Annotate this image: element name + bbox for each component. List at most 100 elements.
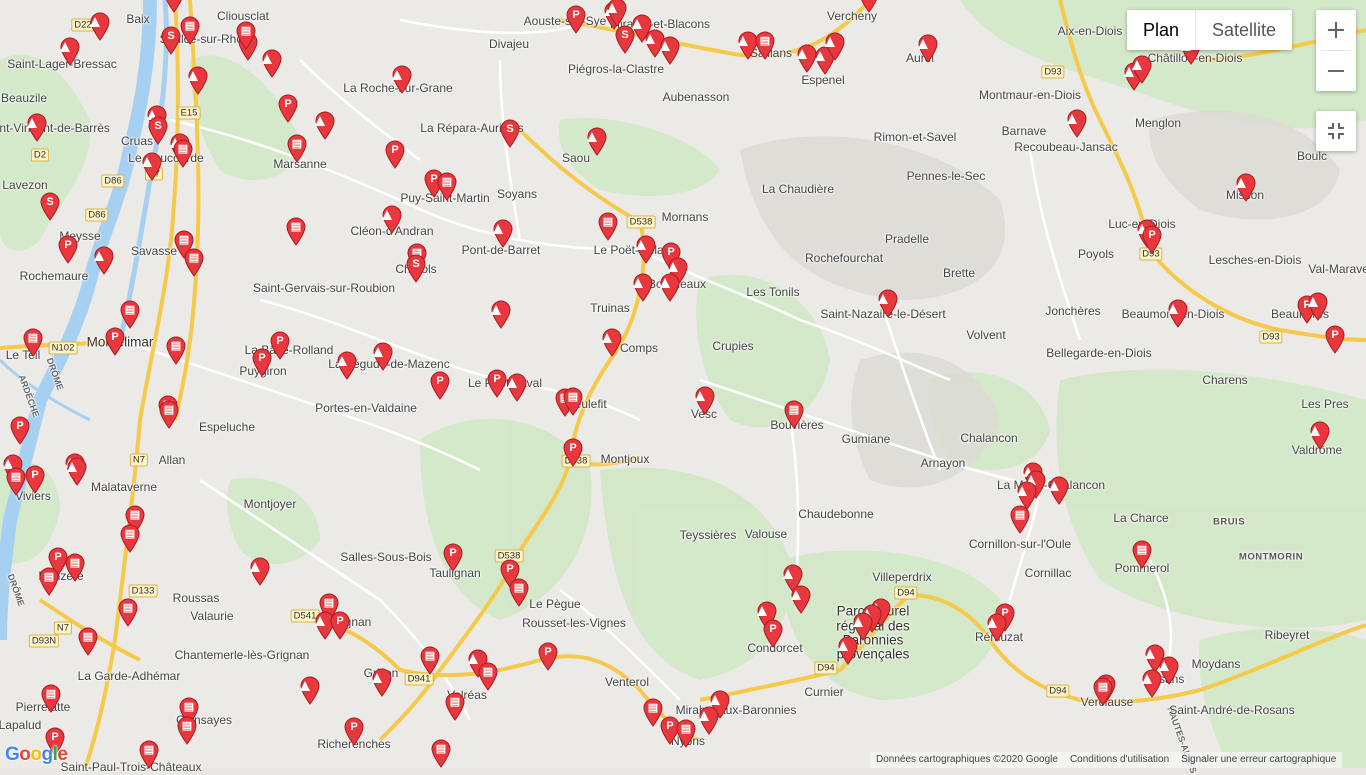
terms-link[interactable]: Conditions d'utilisation	[1064, 752, 1175, 768]
parking-marker[interactable]: P	[1141, 224, 1163, 254]
campground-marker[interactable]	[1066, 108, 1088, 138]
caravan-marker[interactable]: ▤	[508, 577, 530, 607]
caravan-marker[interactable]: ▤	[138, 739, 160, 769]
service-marker[interactable]: S	[39, 191, 61, 221]
parking-marker[interactable]: P	[562, 437, 584, 467]
campground-marker[interactable]	[26, 112, 48, 142]
campground-marker[interactable]	[249, 556, 271, 586]
caravan-marker[interactable]: ▤	[119, 299, 141, 329]
campground-marker[interactable]	[89, 11, 111, 41]
caravan-marker[interactable]: ▤	[477, 661, 499, 691]
caravan-marker[interactable]: ▤	[436, 171, 458, 201]
caravan-marker[interactable]: ▤	[165, 335, 187, 365]
campground-marker[interactable]	[490, 299, 512, 329]
campground-marker[interactable]	[371, 667, 393, 697]
caravan-marker[interactable]: ▤	[286, 133, 308, 163]
campground-marker[interactable]	[506, 372, 528, 402]
campground-marker[interactable]	[790, 584, 812, 614]
caravan-marker[interactable]: ▤	[22, 327, 44, 357]
campground-marker[interactable]	[837, 635, 859, 665]
campground-marker[interactable]	[391, 64, 413, 94]
campground-marker[interactable]	[1141, 668, 1163, 698]
caravan-marker[interactable]: ▤	[444, 691, 466, 721]
report-error-link[interactable]: Signaler une erreur cartographique	[1175, 752, 1342, 768]
google-logo[interactable]: Google	[5, 744, 68, 766]
campground-marker[interactable]	[372, 341, 394, 371]
campground-marker[interactable]	[1131, 54, 1153, 84]
campground-marker[interactable]	[1235, 172, 1257, 202]
parking-marker[interactable]: P	[486, 368, 508, 398]
campground-marker[interactable]	[917, 33, 939, 63]
caravan-marker[interactable]: ▤	[77, 626, 99, 656]
parking-marker[interactable]: P	[24, 464, 46, 494]
campground-marker[interactable]	[66, 456, 88, 486]
parking-marker[interactable]: P	[565, 4, 587, 34]
caravan-marker[interactable]: ▤	[1131, 539, 1153, 569]
caravan-marker[interactable]: ▤	[179, 15, 201, 45]
caravan-marker[interactable]: ▤	[562, 386, 584, 416]
parking-marker[interactable]: P	[277, 93, 299, 123]
campground-marker[interactable]	[635, 234, 657, 264]
campground-marker[interactable]	[659, 272, 681, 302]
caravan-marker[interactable]: ▤	[285, 216, 307, 246]
caravan-marker[interactable]: ▤	[675, 718, 697, 748]
caravan-marker[interactable]: ▤	[235, 20, 257, 50]
campground-marker[interactable]	[314, 110, 336, 140]
campground-marker[interactable]	[606, 0, 628, 27]
caravan-marker[interactable]: ▤	[183, 247, 205, 277]
campground-marker[interactable]	[381, 204, 403, 234]
caravan-marker[interactable]: ▤	[597, 211, 619, 241]
service-marker[interactable]: S	[147, 115, 169, 145]
campground-marker[interactable]	[824, 31, 846, 61]
campground-marker[interactable]	[877, 288, 899, 318]
map-type-satellite-button[interactable]: Satellite	[1196, 10, 1292, 50]
campground-marker[interactable]	[1309, 420, 1331, 450]
zoom-in-button[interactable]	[1316, 10, 1356, 50]
campground-marker[interactable]	[492, 218, 514, 248]
parking-marker[interactable]: P	[429, 370, 451, 400]
parking-marker[interactable]: P	[762, 618, 784, 648]
campground-marker[interactable]	[93, 245, 115, 275]
campground-marker[interactable]	[299, 675, 321, 705]
parking-marker[interactable]: P	[442, 542, 464, 572]
parking-marker[interactable]: P	[1324, 324, 1346, 354]
campground-marker[interactable]	[1048, 475, 1070, 505]
caravan-marker[interactable]: ▤	[783, 399, 805, 429]
parking-marker[interactable]: P	[384, 139, 406, 169]
caravan-marker[interactable]: ▤	[40, 683, 62, 713]
service-marker[interactable]: S	[160, 25, 182, 55]
service-marker[interactable]: S	[499, 118, 521, 148]
campground-marker[interactable]	[986, 612, 1008, 642]
service-marker[interactable]: S	[405, 253, 427, 283]
campground-marker[interactable]	[694, 385, 716, 415]
fullscreen-button[interactable]	[1316, 111, 1356, 151]
caravan-marker[interactable]: ▤	[430, 738, 452, 768]
campground-marker[interactable]	[59, 36, 81, 66]
campground-marker[interactable]	[1307, 291, 1329, 321]
caravan-marker[interactable]: ▤	[172, 138, 194, 168]
map-type-plan-button[interactable]: Plan	[1127, 10, 1195, 50]
campground-marker[interactable]	[141, 151, 163, 181]
parking-marker[interactable]: P	[329, 610, 351, 640]
parking-marker[interactable]: P	[9, 415, 31, 445]
caravan-marker[interactable]: ▤	[64, 552, 86, 582]
campground-marker[interactable]	[163, 0, 185, 13]
caravan-marker[interactable]: ▤	[419, 645, 441, 675]
caravan-marker[interactable]: ▤	[754, 30, 776, 60]
parking-marker[interactable]: P	[343, 716, 365, 746]
caravan-marker[interactable]: ▤	[176, 715, 198, 745]
caravan-marker[interactable]: ▤	[158, 399, 180, 429]
campground-marker[interactable]	[336, 350, 358, 380]
parking-marker[interactable]: P	[57, 234, 79, 264]
zoom-out-button[interactable]	[1316, 51, 1356, 91]
campground-marker[interactable]	[586, 126, 608, 156]
parking-marker[interactable]: P	[251, 347, 273, 377]
campground-marker[interactable]	[601, 327, 623, 357]
caravan-marker[interactable]: ▤	[119, 523, 141, 553]
campground-marker[interactable]	[1167, 298, 1189, 328]
caravan-marker[interactable]: ▤	[1009, 504, 1031, 534]
campground-marker[interactable]	[261, 48, 283, 78]
caravan-marker[interactable]: ▤	[38, 566, 60, 596]
campground-marker[interactable]	[187, 65, 209, 95]
campground-marker[interactable]	[698, 705, 720, 735]
